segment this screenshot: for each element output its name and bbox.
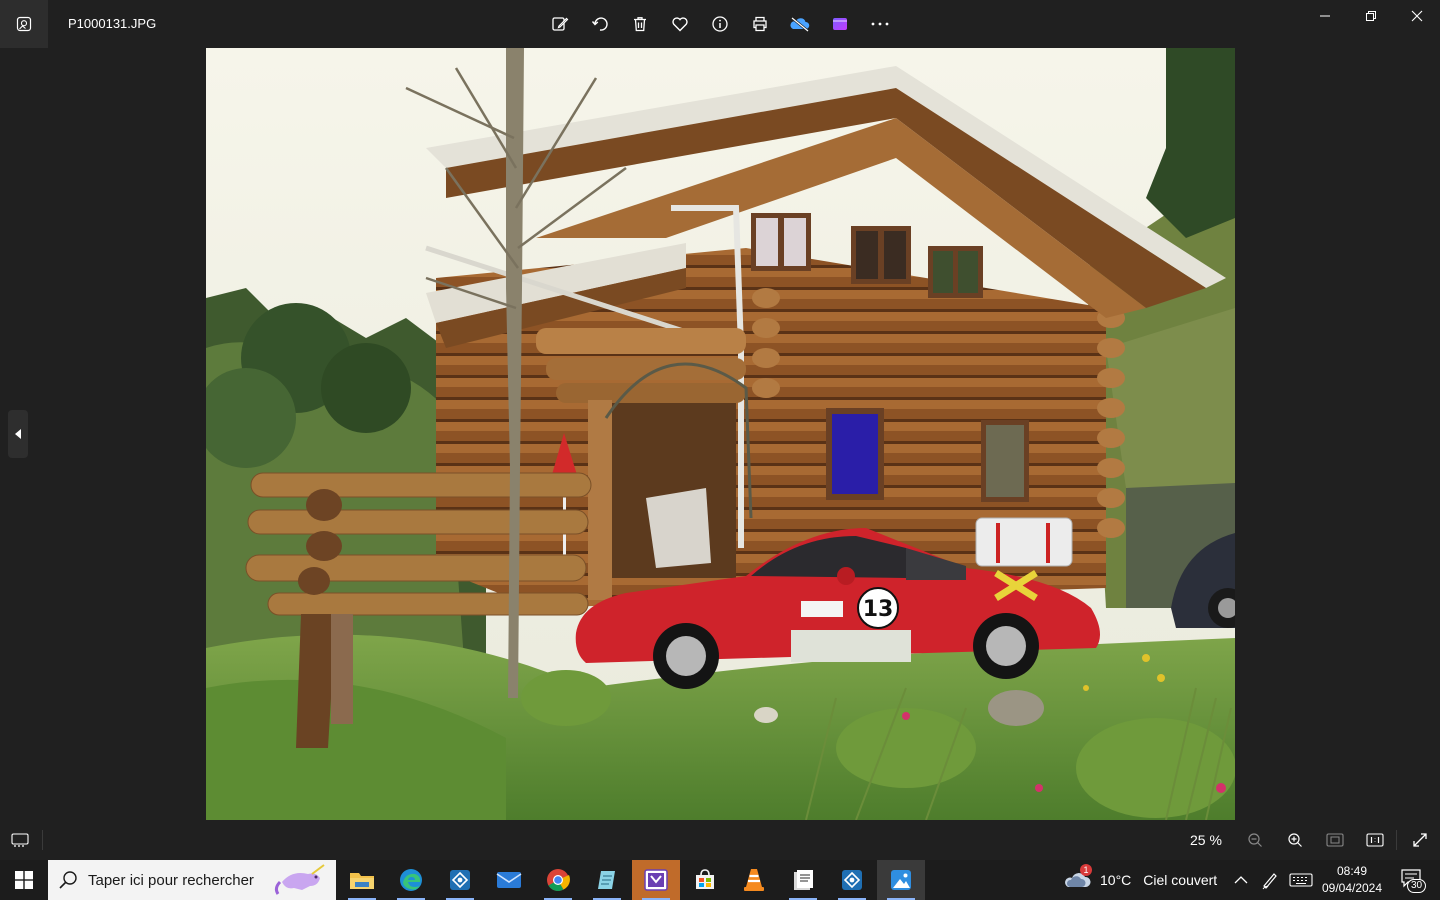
taskbar-docs-app[interactable] — [779, 860, 827, 900]
previous-image-button[interactable] — [8, 410, 28, 458]
info-icon[interactable] — [700, 8, 740, 40]
minimize-icon[interactable] — [1302, 0, 1348, 32]
clock-date: 09/04/2024 — [1321, 881, 1383, 895]
photo-viewer-image[interactable]: 13 — [206, 48, 1235, 820]
onedrive-icon[interactable] — [780, 8, 820, 40]
taskbar-file-explorer[interactable] — [338, 860, 386, 900]
search-placeholder: Taper ici pour rechercher — [88, 871, 254, 889]
file-name: P1000131.JPG — [68, 16, 157, 31]
windows-logo-icon — [15, 871, 33, 889]
photos-icon — [891, 870, 911, 890]
taskbar-store[interactable] — [681, 860, 729, 900]
weather-widget[interactable]: 1 10°C Ciel couvert — [1064, 860, 1217, 900]
filmstrip-icon[interactable] — [8, 830, 32, 850]
image-toolbar — [540, 8, 900, 40]
viewer-bottom-bar: 25 % — [0, 820, 1440, 860]
app-blue-2-icon — [842, 870, 862, 890]
taskbar-app-blue-2[interactable] — [828, 860, 876, 900]
clock-time: 08:49 — [1336, 864, 1368, 878]
window-controls — [1302, 0, 1440, 32]
delete-icon[interactable] — [620, 8, 660, 40]
actual-size-icon[interactable] — [1363, 830, 1387, 850]
weather-condition: Ciel couvert — [1143, 872, 1218, 888]
favorite-icon[interactable] — [660, 8, 700, 40]
weather-temp: 10°C — [1100, 872, 1132, 888]
notification-center-button[interactable]: 30 — [1392, 860, 1432, 900]
search-icon — [59, 871, 77, 889]
mail-icon — [496, 872, 522, 888]
photos-app-icon[interactable] — [0, 0, 48, 48]
taskbar-vlc[interactable] — [730, 860, 778, 900]
docs-app-icon — [794, 870, 813, 890]
taskbar-search-box[interactable]: Taper ici pour rechercher — [48, 860, 336, 900]
start-button[interactable] — [0, 860, 48, 900]
restore-icon[interactable] — [1348, 0, 1394, 32]
divider — [42, 830, 43, 850]
app-blue-icon — [450, 870, 470, 890]
taskbar-clock[interactable]: 08:49 09/04/2024 — [1316, 863, 1388, 897]
notification-count: 30 — [1407, 879, 1427, 893]
active-app-icon — [644, 869, 668, 891]
divider — [1396, 830, 1397, 850]
chrome-icon — [547, 869, 570, 891]
zoom-level[interactable]: 25 % — [1190, 832, 1222, 848]
vlc-icon — [744, 869, 764, 891]
edge-icon — [400, 869, 422, 891]
notification-icon: 30 — [1400, 868, 1427, 893]
store-icon — [696, 869, 714, 889]
zoom-in-icon[interactable] — [1283, 830, 1307, 850]
pen-icon[interactable] — [1256, 860, 1284, 900]
title-bar: P1000131.JPG — [0, 0, 1440, 48]
weather-alert-badge: 1 — [1080, 864, 1092, 876]
rotate-icon[interactable] — [580, 8, 620, 40]
unicorn-search-highlight-icon — [274, 864, 325, 895]
taskbar-photos[interactable] — [877, 860, 925, 900]
taskbar-app-blue[interactable] — [436, 860, 484, 900]
keyboard-icon[interactable] — [1286, 860, 1316, 900]
clipchamp-icon[interactable] — [820, 8, 860, 40]
svg-text:13: 13 — [863, 597, 894, 622]
taskbar-chrome[interactable] — [534, 860, 582, 900]
more-icon[interactable] — [860, 8, 900, 40]
folder-icon — [350, 873, 374, 889]
edit-image-icon[interactable] — [540, 8, 580, 40]
taskbar-edge[interactable] — [387, 860, 435, 900]
chevron-left-icon — [15, 429, 21, 439]
taskbar: Taper ici pour rechercher 1 10°C Ciel co… — [0, 860, 1440, 900]
taskbar-notepad-app[interactable] — [583, 860, 631, 900]
close-icon[interactable] — [1394, 0, 1440, 32]
chevron-up-icon[interactable] — [1228, 860, 1254, 900]
taskbar-mail[interactable] — [485, 860, 533, 900]
zoom-out-icon[interactable] — [1243, 830, 1267, 850]
fullscreen-icon[interactable] — [1408, 830, 1432, 850]
cloud-icon: 1 — [1064, 864, 1094, 892]
taskbar-active-app[interactable] — [632, 860, 680, 900]
fit-window-icon[interactable] — [1323, 830, 1347, 850]
print-icon[interactable] — [740, 8, 780, 40]
notepad-icon — [598, 871, 615, 889]
